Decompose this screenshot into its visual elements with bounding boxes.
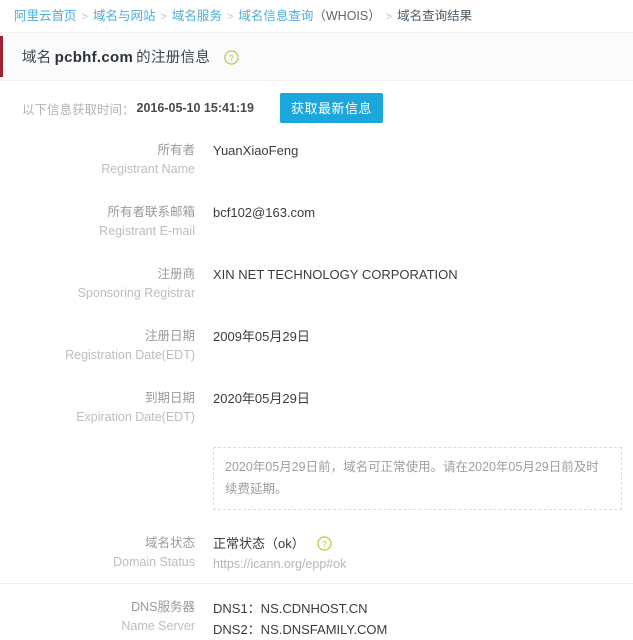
row-value-expiration-date: 2020年05月29日: [213, 389, 633, 408]
bottom-divider: [0, 583, 633, 584]
row-label: DNS服务器 Name Server: [0, 598, 195, 636]
breadcrumb-item-domain-service[interactable]: 域名服务: [172, 9, 222, 23]
breadcrumb-item-domain-and-website[interactable]: 域名与网站: [93, 9, 156, 23]
page-title-prefix: 域名: [22, 50, 52, 66]
dns-server-1: DNS1：NS.CDNHOST.CN: [213, 598, 633, 619]
domain-status-link[interactable]: https://icann.org/epp#ok: [213, 555, 633, 574]
title-accent-bar: [0, 36, 3, 77]
row-value-notice: 2020年05月29日前，域名可正常使用。请在2020年05月29日前及时续费延…: [213, 449, 633, 510]
fetch-time-row: 以下信息获取时间： 2016-05-10 15:41:19 获取最新信息: [0, 81, 633, 135]
row-label-cn: 所有者联系邮箱: [0, 203, 195, 222]
table-row-registration-date: 注册日期 Registration Date(EDT) 2009年05月29日: [0, 327, 633, 365]
table-row-sponsoring-registrar: 注册商 Sponsoring Registrar XIN NET TECHNOL…: [0, 265, 633, 303]
row-value-registrant-email: bcf102@163.com: [213, 203, 633, 222]
row-label-en: Registration Date(EDT): [0, 346, 195, 365]
fetch-time-value: 2016-05-10 15:41:19: [137, 101, 254, 115]
question-circle-icon[interactable]: ?: [317, 536, 332, 551]
row-value-registration-date: 2009年05月29日: [213, 327, 633, 346]
breadcrumb-separator: >: [227, 11, 233, 23]
row-value-sponsoring-registrar: XIN NET TECHNOLOGY CORPORATION: [213, 265, 633, 284]
row-label-cn: 注册日期: [0, 327, 195, 346]
row-label-cn: DNS服务器: [0, 598, 195, 617]
status-badge: 正常状态（ok）: [213, 536, 305, 551]
row-label: 所有者 Registrant Name: [0, 141, 195, 179]
row-label-en: Expiration Date(EDT): [0, 408, 195, 427]
page-title-domain: pcbhf.com: [55, 49, 134, 66]
expiration-notice-row: 2020年05月29日前，域名可正常使用。请在2020年05月29日前及时续费延…: [0, 449, 633, 510]
row-value-name-server: DNS1：NS.CDNHOST.CN DNS2：NS.DNSFAMILY.COM: [213, 598, 633, 640]
breadcrumb-separator: >: [160, 11, 166, 23]
breadcrumb: 阿里云首页 > 域名与网站 > 域名服务 > 域名信息查询（WHOIS） > 域名查询结果: [0, 0, 633, 32]
row-label-en: Domain Status: [0, 553, 195, 572]
row-label-en: Sponsoring Registrar: [0, 284, 195, 303]
row-value-domain-status: 正常状态（ok） ? https://icann.org/epp#ok: [213, 534, 633, 574]
dns-server-2: DNS2：NS.DNSFAMILY.COM: [213, 619, 633, 640]
fetch-time-label: 以下信息获取时间：: [22, 99, 135, 118]
row-label: 到期日期 Expiration Date(EDT): [0, 389, 195, 427]
breadcrumb-item-home[interactable]: 阿里云首页: [14, 9, 77, 23]
page-title-band: 域名pcbhf.com的注册信息 ?: [0, 32, 633, 81]
table-row-registrant-name: 所有者 Registrant Name YuanXiaoFeng: [0, 141, 633, 179]
row-label: 注册日期 Registration Date(EDT): [0, 327, 195, 365]
row-label-en: Registrant Name: [0, 160, 195, 179]
table-row-domain-status: 域名状态 Domain Status 正常状态（ok） ? https://ic…: [0, 534, 633, 574]
row-label-en: Name Server: [0, 617, 195, 636]
breadcrumb-separator: >: [82, 11, 88, 23]
table-row-registrant-email: 所有者联系邮箱 Registrant E-mail bcf102@163.com: [0, 203, 633, 241]
breadcrumb-item-current: 域名查询结果: [397, 9, 472, 23]
row-label-cn: 域名状态: [0, 534, 195, 553]
svg-text:?: ?: [323, 539, 328, 549]
row-label-cn: 到期日期: [0, 389, 195, 408]
row-label-en: Registrant E-mail: [0, 222, 195, 241]
question-circle-icon[interactable]: ?: [224, 50, 239, 65]
row-label-cn: 注册商: [0, 265, 195, 284]
svg-text:?: ?: [229, 53, 234, 63]
breadcrumb-separator: >: [386, 11, 392, 23]
breadcrumb-item-whois-lookup[interactable]: 域名信息查询: [238, 9, 313, 23]
row-label: 注册商 Sponsoring Registrar: [0, 265, 195, 303]
table-row-name-server: DNS服务器 Name Server DNS1：NS.CDNHOST.CN DN…: [0, 598, 633, 640]
page-title-suffix: 的注册信息: [136, 50, 210, 66]
row-label: 域名状态 Domain Status: [0, 534, 195, 572]
refresh-info-button[interactable]: 获取最新信息: [280, 93, 383, 123]
table-row-expiration-date: 到期日期 Expiration Date(EDT) 2020年05月29日: [0, 389, 633, 427]
row-label: 所有者联系邮箱 Registrant E-mail: [0, 203, 195, 241]
expiration-notice-box: 2020年05月29日前，域名可正常使用。请在2020年05月29日前及时续费延…: [213, 447, 622, 510]
whois-info-table: 所有者 Registrant Name YuanXiaoFeng 所有者联系邮箱…: [0, 141, 633, 640]
breadcrumb-whois-tag: （WHOIS）: [313, 9, 380, 23]
page-title: 域名pcbhf.com的注册信息 ?: [22, 46, 239, 67]
row-label-cn: 所有者: [0, 141, 195, 160]
row-value-registrant-name: YuanXiaoFeng: [213, 141, 633, 160]
